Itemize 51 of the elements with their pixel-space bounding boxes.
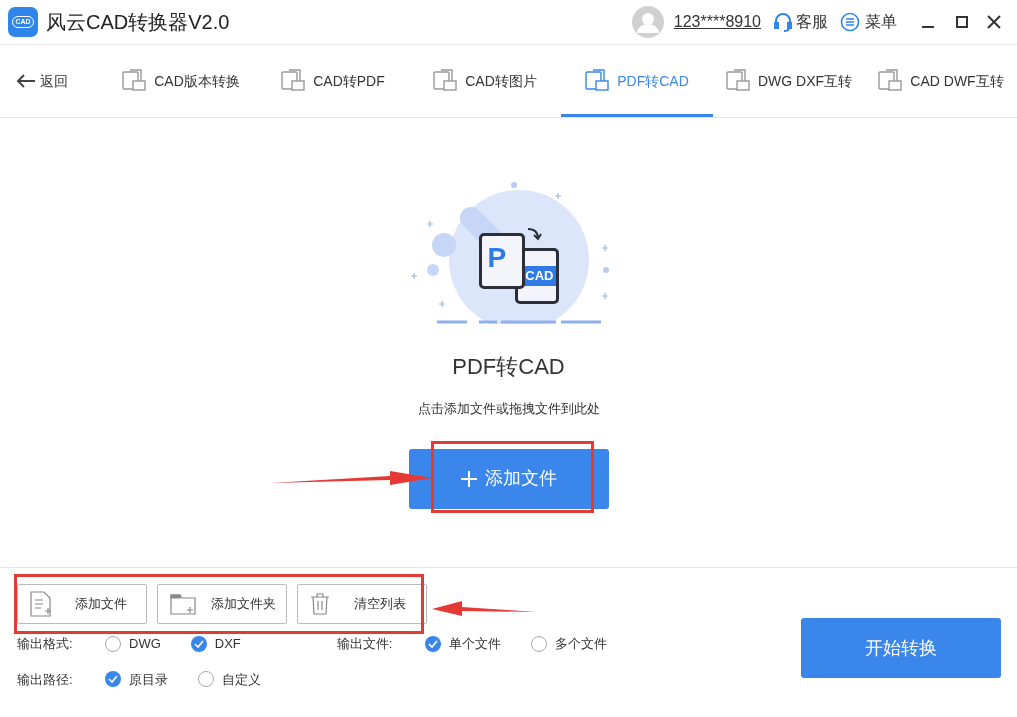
document-icon [878, 69, 903, 93]
radio-button[interactable] [190, 635, 207, 652]
option-label: 输出文件: [336, 635, 394, 653]
close-icon[interactable] [987, 15, 1001, 29]
document-icon [585, 69, 610, 93]
headset-icon[interactable] [773, 12, 793, 32]
plus-icon [460, 470, 477, 487]
document-icon [433, 69, 458, 93]
document-icon [122, 69, 147, 93]
radio-option[interactable]: 单个文件 [424, 634, 501, 654]
window-title: 风云CAD转换器V2.0 [46, 10, 230, 35]
back-button[interactable]: 返回 [0, 45, 105, 117]
radio-option[interactable]: 原目录 [105, 669, 168, 689]
hint-text: 点击添加文件或拖拽文件到此处 [417, 400, 600, 418]
radio-button[interactable] [198, 671, 214, 688]
add-folder-button[interactable]: 添加文件夹 [157, 584, 287, 624]
radio-option[interactable]: DXF [190, 634, 241, 654]
cad-label: CAD [523, 266, 556, 286]
maximize-icon[interactable] [955, 15, 969, 29]
add-file-button[interactable]: 添加文件 [408, 448, 609, 509]
file-add-icon [30, 591, 52, 617]
option-label: 输出格式: [17, 635, 74, 653]
service-button[interactable]: 客服 [796, 10, 828, 34]
clear-list-button[interactable]: 清空列表 [297, 584, 427, 624]
document-icon [281, 69, 306, 93]
add-file-button[interactable]: 添加文件 [17, 584, 147, 624]
tab[interactable]: CAD转图片 [409, 45, 561, 117]
tab[interactable]: PDF转CAD [561, 45, 713, 117]
back-arrow-icon [16, 73, 36, 89]
radio-button[interactable] [530, 635, 547, 652]
menu-button[interactable]: 菜单 [865, 10, 897, 34]
letter-p: P [487, 242, 507, 273]
menu-icon[interactable] [840, 12, 860, 32]
curved-arrow-icon [525, 226, 542, 242]
radio-option[interactable]: DWG [105, 634, 161, 654]
start-button[interactable]: 开始转换 [801, 618, 1001, 678]
tab[interactable]: DWG DXF互转 [713, 45, 865, 117]
tab[interactable]: CAD版本转换 [105, 45, 257, 117]
radio-button[interactable] [105, 635, 121, 652]
document-icon [725, 69, 750, 93]
radio-option[interactable]: 自定义 [198, 669, 261, 689]
user-link[interactable]: 123****8910 [673, 10, 761, 34]
radio-button[interactable] [105, 671, 121, 688]
radio-button[interactable] [424, 635, 441, 652]
heading: PDF转CAD [452, 353, 565, 381]
radio-option[interactable]: 多个文件 [530, 634, 607, 654]
option-label: 输出路径: [17, 670, 74, 689]
trash-icon [310, 593, 330, 615]
tab[interactable]: CAD转PDF [257, 45, 409, 117]
folder-add-icon [170, 593, 196, 615]
tab[interactable]: CAD DWF互转 [865, 45, 1017, 117]
